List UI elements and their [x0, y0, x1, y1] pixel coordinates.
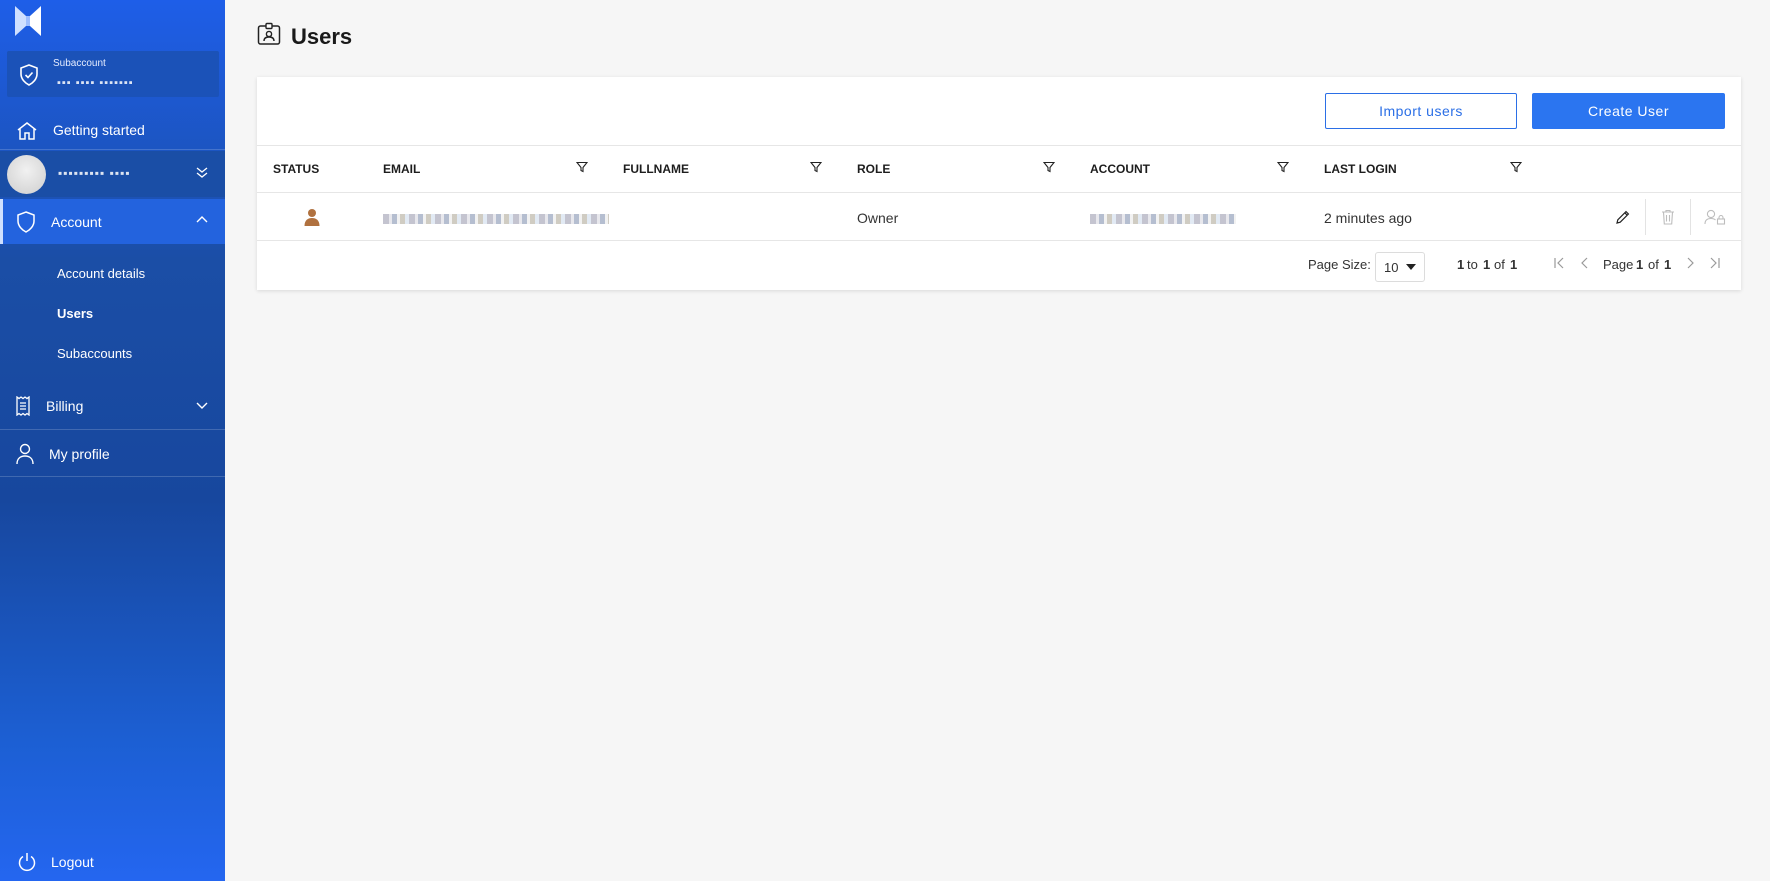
nav-my-profile-label: My profile: [49, 446, 110, 462]
shield-icon: [16, 211, 36, 233]
nav-my-profile[interactable]: My profile: [0, 436, 225, 472]
double-chevron-down-icon: [195, 165, 209, 179]
last-login-cell: 2 minutes ago: [1324, 210, 1412, 226]
delete-icon[interactable]: [1646, 193, 1690, 241]
filter-icon[interactable]: [1510, 161, 1522, 173]
filter-icon[interactable]: [1277, 161, 1289, 173]
column-fullname[interactable]: FULLNAME: [623, 162, 689, 176]
divider: [0, 429, 225, 430]
create-user-button[interactable]: Create User: [1532, 93, 1725, 129]
column-email[interactable]: EMAIL: [383, 162, 420, 176]
range-from: 1: [1457, 257, 1465, 272]
nav-logout[interactable]: Logout: [0, 844, 225, 880]
nav-getting-started-label: Getting started: [53, 122, 145, 138]
shield-check-icon: [19, 64, 39, 91]
nav-subaccounts[interactable]: Subaccounts: [57, 346, 132, 361]
edit-icon[interactable]: [1601, 193, 1645, 241]
nav-billing[interactable]: Billing: [0, 388, 225, 424]
column-account[interactable]: ACCOUNT: [1090, 162, 1150, 176]
divider: [1690, 199, 1691, 235]
nav-logout-label: Logout: [51, 854, 94, 870]
page-title: Users: [291, 23, 353, 49]
subaccount-switcher[interactable]: Subaccount ▪▪▪ ▪▪▪▪ ▪▪▪▪▪▪▪: [7, 51, 219, 97]
filter-icon[interactable]: [576, 161, 588, 173]
nav-account-label: Account: [51, 213, 102, 230]
nav-users[interactable]: Users: [57, 306, 93, 321]
column-role[interactable]: ROLE: [857, 162, 890, 176]
page-current: 1: [1636, 257, 1644, 272]
range-of-word: of: [1494, 257, 1505, 272]
filter-icon[interactable]: [1043, 161, 1055, 173]
chevron-up-icon: [195, 214, 209, 224]
table-row[interactable]: Owner 2 minutes ago: [257, 193, 1741, 241]
users-card: Import users Create User STATUS EMAIL FU…: [257, 77, 1741, 290]
nav-account[interactable]: Account: [0, 199, 225, 244]
sidebar: Subaccount ▪▪▪ ▪▪▪▪ ▪▪▪▪▪▪▪ Getting star…: [0, 0, 225, 881]
import-users-button[interactable]: Import users: [1325, 93, 1517, 129]
page-size-value: 10: [1384, 259, 1399, 275]
caret-down-icon: [1406, 264, 1416, 270]
column-last-login[interactable]: LAST LOGIN: [1324, 162, 1397, 176]
nav-account-details[interactable]: Account details: [57, 266, 145, 281]
row-actions: [1601, 193, 1741, 241]
page-header: Users: [257, 22, 352, 51]
column-status[interactable]: STATUS: [273, 162, 319, 176]
app-logo[interactable]: [13, 4, 43, 38]
page-total: 1: [1664, 257, 1672, 272]
next-page-icon[interactable]: [1684, 257, 1696, 269]
nav-billing-label: Billing: [46, 398, 84, 414]
page-size-select[interactable]: 10: [1375, 252, 1425, 282]
filter-icon[interactable]: [810, 161, 822, 173]
range-to: 1: [1483, 257, 1491, 272]
id-badge-icon: [257, 22, 281, 51]
receipt-icon: [15, 396, 31, 416]
last-page-icon[interactable]: [1709, 257, 1721, 269]
user-menu[interactable]: ▪▪▪▪▪▪▪▪▪ ▪▪▪▪: [0, 151, 225, 197]
pagination: Page Size: 10 1 to 1 of 1 Page 1 of 1: [257, 241, 1741, 289]
power-icon: [17, 852, 37, 872]
user-lock-icon[interactable]: [1693, 193, 1737, 241]
page-of-word: of: [1648, 257, 1659, 272]
subaccount-label: Subaccount: [53, 58, 106, 69]
user-status-icon: [304, 208, 320, 231]
page-size-label: Page Size:: [1308, 257, 1371, 272]
home-icon: [16, 121, 38, 141]
role-cell: Owner: [857, 210, 899, 226]
subaccount-name: ▪▪▪ ▪▪▪▪ ▪▪▪▪▪▪▪: [57, 77, 134, 89]
divider: [0, 476, 225, 477]
user-icon: [15, 443, 35, 465]
account-cell: [1090, 214, 1236, 224]
table-header: STATUS EMAIL FULLNAME ROLE ACCOUNT LAST …: [257, 145, 1741, 193]
range-total: 1: [1510, 257, 1518, 272]
page-word: Page: [1603, 257, 1634, 272]
range-to-word: to: [1467, 257, 1478, 272]
nav-getting-started[interactable]: Getting started: [0, 112, 225, 148]
user-name: ▪▪▪▪▪▪▪▪▪ ▪▪▪▪: [58, 166, 131, 180]
divider: [0, 149, 225, 150]
chevron-down-icon: [195, 401, 209, 411]
avatar: [7, 155, 46, 194]
previous-page-icon[interactable]: [1579, 257, 1591, 269]
email-cell: [383, 214, 609, 224]
first-page-icon[interactable]: [1553, 257, 1565, 269]
